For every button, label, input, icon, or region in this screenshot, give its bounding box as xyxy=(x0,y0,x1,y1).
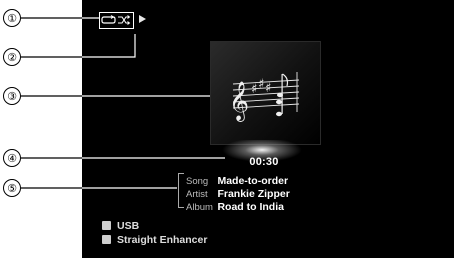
album-title: Road to India xyxy=(217,201,284,213)
album-row: Album Road to India xyxy=(186,197,284,213)
artist-row: Artist Frankie Zipper xyxy=(186,184,290,200)
repeat-shuffle-indicator xyxy=(99,12,134,29)
playback-screen: 𝄞 ♯ ♯ ♯ 00:30 Song Made-to-order Artist … xyxy=(82,0,454,258)
svg-text:♯: ♯ xyxy=(258,77,264,92)
callout-number-1: ① xyxy=(7,12,17,25)
dsp-icon xyxy=(102,235,111,244)
track-info-bracket xyxy=(178,173,184,208)
callout-number-3: ③ xyxy=(7,90,17,103)
callout-circle-5 xyxy=(3,179,21,197)
callout-circle-3 xyxy=(3,87,21,105)
input-row: USB xyxy=(102,216,139,232)
svg-text:♯: ♯ xyxy=(265,81,271,96)
callout-number-4: ④ xyxy=(7,152,17,165)
repeat-shuffle-icon xyxy=(101,15,131,25)
callout-circle-2 xyxy=(3,48,21,66)
album-art: 𝄞 ♯ ♯ ♯ xyxy=(210,41,321,145)
play-icon xyxy=(139,15,146,23)
svg-text:♯: ♯ xyxy=(251,82,257,97)
svg-text:𝄞: 𝄞 xyxy=(229,81,249,122)
song-row: Song Made-to-order xyxy=(186,171,288,187)
dsp-row: Straight Enhancer xyxy=(102,230,207,246)
dsp-program: Straight Enhancer xyxy=(117,234,208,246)
callout-circle-4 xyxy=(3,149,21,167)
album-label: Album xyxy=(186,202,213,213)
music-note-icon: 𝄞 ♯ ♯ ♯ xyxy=(229,72,300,122)
callout-circle-1 xyxy=(3,9,21,27)
callout-number-2: ② xyxy=(7,51,17,64)
callout-number-5: ⑤ xyxy=(7,182,17,195)
input-icon xyxy=(102,221,111,230)
elapsed-time: 00:30 xyxy=(249,156,279,168)
